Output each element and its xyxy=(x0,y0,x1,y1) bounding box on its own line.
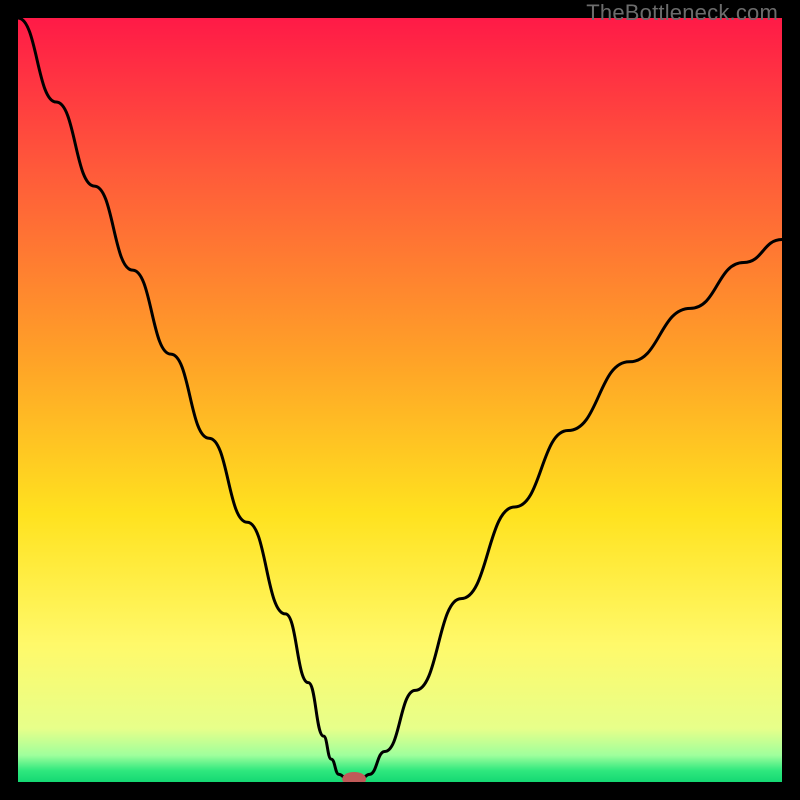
watermark-text: TheBottleneck.com xyxy=(586,0,778,26)
chart-canvas xyxy=(18,18,782,782)
chart-frame xyxy=(18,18,782,782)
gradient-background xyxy=(18,18,782,782)
